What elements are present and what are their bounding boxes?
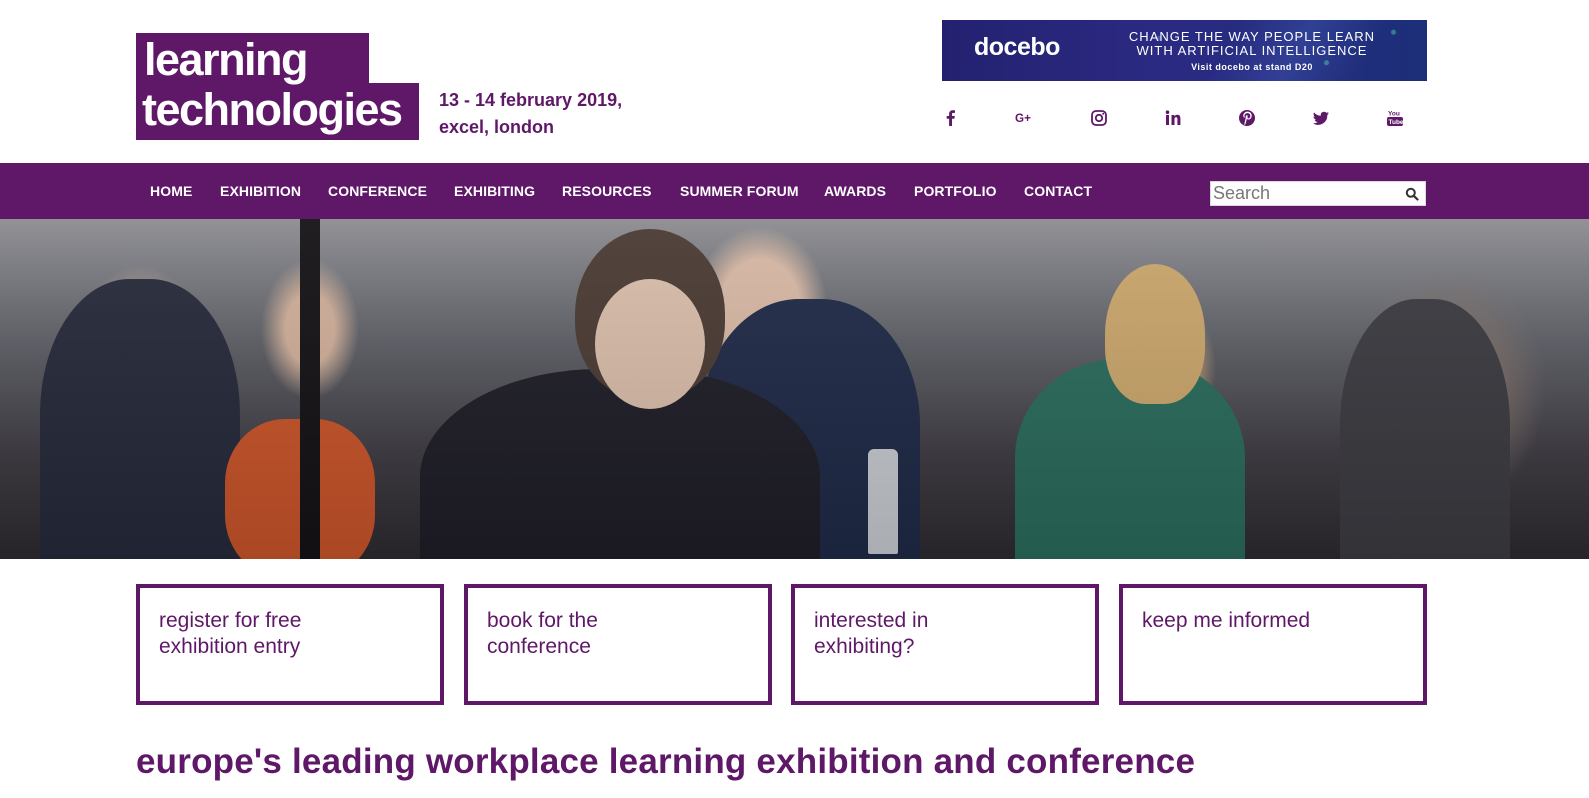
- nav-item-exhibition[interactable]: EXHIBITION: [220, 183, 301, 199]
- nav-item-home[interactable]: HOME: [150, 183, 192, 199]
- sponsor-banner-ad[interactable]: docebo CHANGE THE WAY PEOPLE LEARN WITH …: [942, 20, 1427, 81]
- site-logo[interactable]: learning technologies: [136, 33, 419, 140]
- twitter-icon[interactable]: [1306, 104, 1336, 132]
- page-headline: europe's leading workplace learning exhi…: [136, 742, 1196, 781]
- svg-text:G+: G+: [1015, 112, 1031, 125]
- google-plus-icon[interactable]: G+: [1010, 104, 1040, 132]
- nav-item-conference[interactable]: CONFERENCE: [328, 183, 427, 199]
- logo-line-2: technologies: [142, 84, 403, 135]
- pinterest-icon[interactable]: [1232, 104, 1262, 132]
- nav-item-portfolio[interactable]: PORTFOLIO: [914, 183, 997, 199]
- cta-book-conference-button[interactable]: book for the conference: [464, 584, 772, 705]
- svg-text:Tube: Tube: [1389, 119, 1404, 126]
- nav-item-awards[interactable]: AWARDS: [824, 183, 886, 199]
- banner-tagline-2: WITH ARTIFICIAL INTELLIGENCE: [1136, 43, 1368, 58]
- nav-item-contact[interactable]: CONTACT: [1024, 183, 1092, 199]
- cta-label: interested in exhibiting?: [814, 609, 929, 658]
- nav-item-summer-forum[interactable]: SUMMER FORUM: [680, 183, 799, 199]
- instagram-icon[interactable]: [1084, 104, 1114, 132]
- search-input[interactable]: [1213, 182, 1393, 205]
- event-date-location: 13 - 14 february 2019, excel, london: [439, 87, 622, 141]
- linkedin-icon[interactable]: [1158, 104, 1188, 132]
- site-header: learning technologies 13 - 14 february 2…: [0, 0, 1589, 163]
- cta-label: register for free exhibition entry: [159, 609, 302, 658]
- banner-brand: docebo: [974, 33, 1060, 61]
- search-box: [1210, 181, 1426, 206]
- logo-line-1: learning: [144, 34, 309, 85]
- cta-label: keep me informed: [1142, 609, 1311, 632]
- cta-exhibiting-button[interactable]: interested in exhibiting?: [791, 584, 1099, 705]
- facebook-icon[interactable]: [936, 104, 966, 132]
- event-date: 13 - 14 february 2019,: [439, 90, 623, 110]
- nav-item-resources[interactable]: RESOURCES: [562, 183, 652, 199]
- nav-item-exhibiting[interactable]: EXHIBITING: [454, 183, 535, 199]
- hero-image-crowd: [0, 219, 1589, 559]
- cta-keep-informed-button[interactable]: keep me informed: [1119, 584, 1427, 705]
- event-location: excel, london: [439, 117, 555, 137]
- cta-register-button[interactable]: register for free exhibition entry: [136, 584, 444, 705]
- svg-text:You: You: [1388, 111, 1400, 118]
- search-icon[interactable]: [1405, 187, 1419, 201]
- banner-subtext: Visit docebo at stand D20: [1191, 62, 1313, 72]
- cta-label: book for the conference: [487, 609, 598, 658]
- youtube-icon[interactable]: You Tube: [1380, 104, 1410, 132]
- banner-tagline-1: CHANGE THE WAY PEOPLE LEARN: [1128, 29, 1376, 44]
- social-links: G+ You Tube: [942, 104, 1427, 132]
